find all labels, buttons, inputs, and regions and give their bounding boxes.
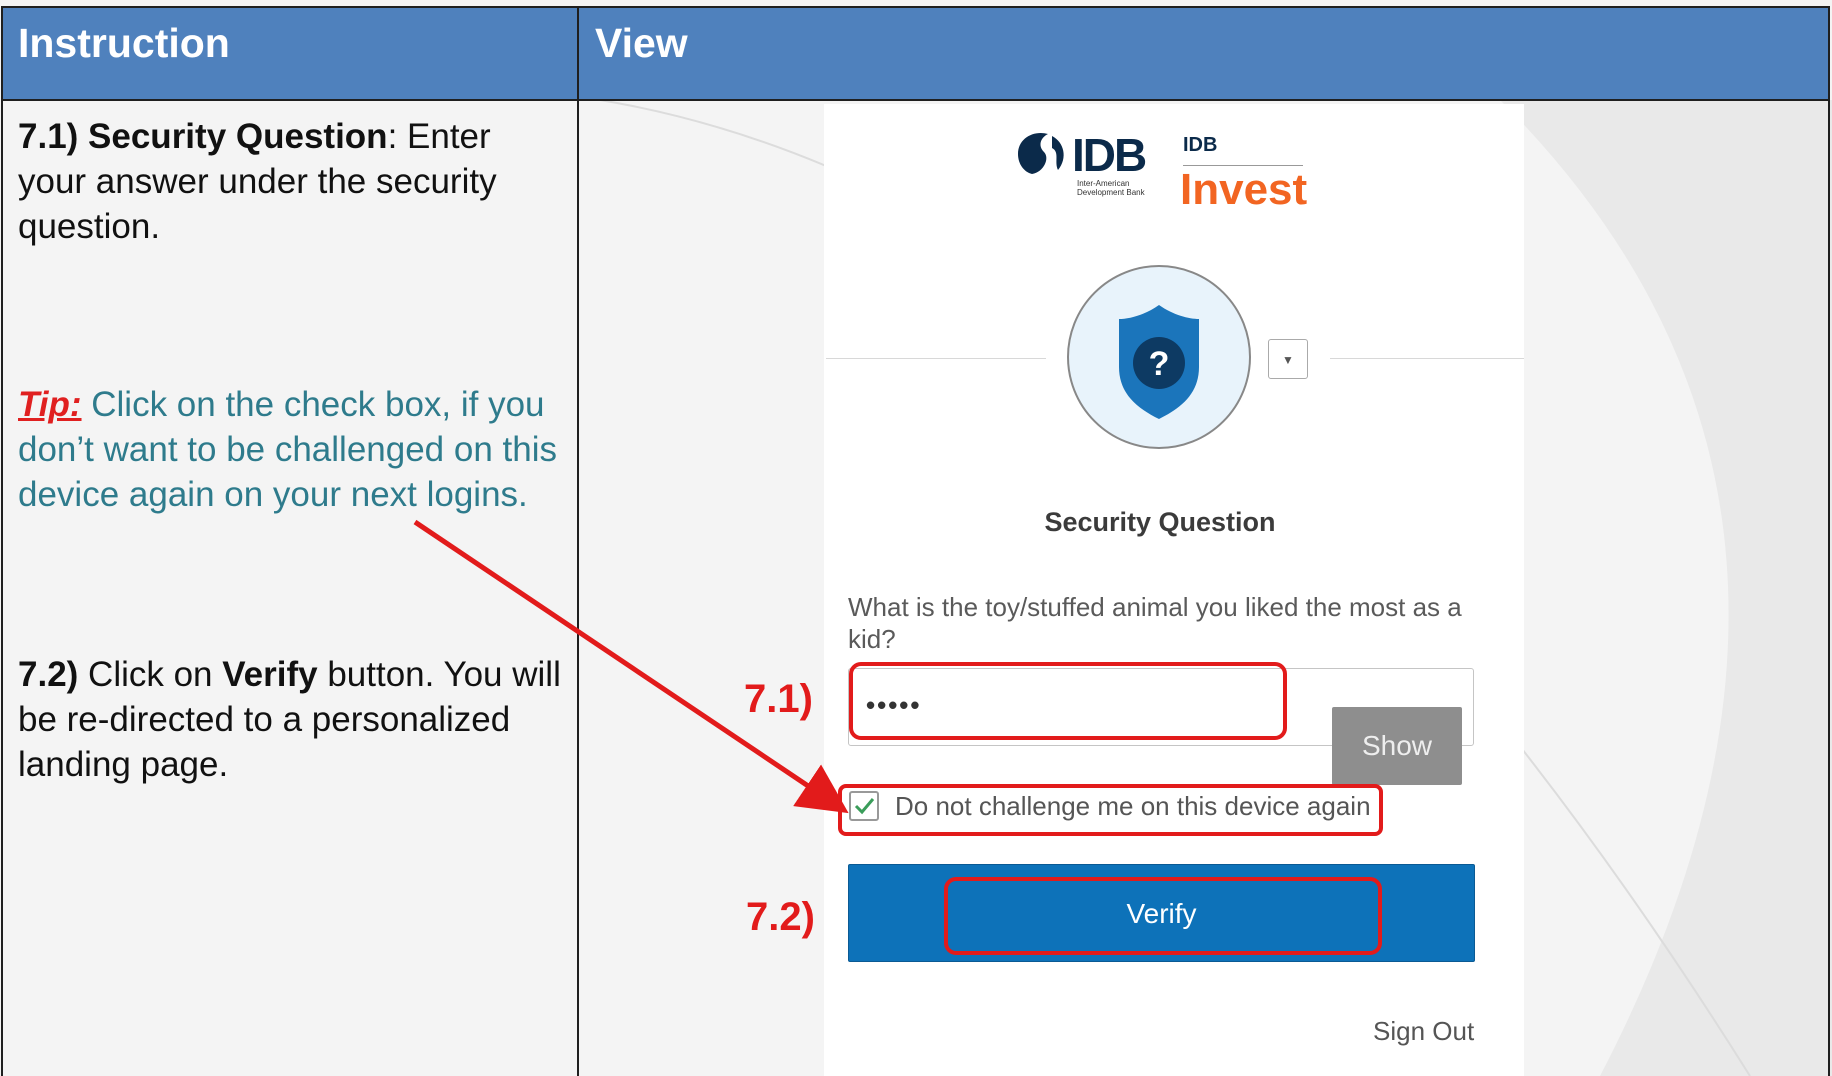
header-instruction: Instruction xyxy=(18,20,230,66)
header-view: View xyxy=(595,20,688,66)
step-7-2-label: 7.2) xyxy=(18,655,79,694)
show-answer-button[interactable]: Show xyxy=(1332,707,1462,785)
instruction-step-7-2: 7.2) Click on Verify button. You will be… xyxy=(18,652,568,787)
tip-text: Click on the check box, if you don’t wan… xyxy=(18,385,557,514)
step-7-1-label: 7.1) Security Question xyxy=(18,117,388,156)
instruction-tip: Tip: Click on the check box, if you don’… xyxy=(18,382,568,517)
tip-label: Tip: xyxy=(18,385,82,424)
factor-dropdown-button[interactable]: ▼ xyxy=(1268,339,1308,379)
security-question-text: What is the toy/stuffed animal you liked… xyxy=(848,592,1462,654)
svg-text:?: ? xyxy=(1149,345,1170,383)
step-label-7-1: 7.1) xyxy=(744,677,813,721)
instruction-step-7-1: 7.1) Security Question: Enter your answe… xyxy=(18,114,568,249)
callout-answer-field xyxy=(849,662,1287,740)
callout-checkbox xyxy=(838,784,1383,836)
factor-icon-circle: ? xyxy=(1067,265,1251,449)
step-label-7-2: 7.2) xyxy=(746,895,815,939)
sign-out-link[interactable]: Sign Out xyxy=(1373,1016,1474,1047)
security-question-title: Security Question xyxy=(1044,507,1276,537)
column-divider xyxy=(577,6,579,1076)
shield-question-icon: ? xyxy=(1119,305,1199,419)
divider-left xyxy=(826,358,1046,359)
callout-verify-button xyxy=(944,877,1382,955)
idb-invest-mark: IDB xyxy=(1183,134,1218,156)
step-7-2-bold: Verify xyxy=(222,655,318,694)
idb-logo-subtitle: Inter-American Development Bank xyxy=(1077,179,1145,197)
step-7-2-text-a: Click on xyxy=(78,655,223,694)
idb-logo-text: IDB xyxy=(1072,129,1147,181)
idb-invest-logo: Invest xyxy=(1180,165,1308,214)
idb-logo-icon xyxy=(1018,132,1064,174)
divider-right xyxy=(1330,358,1524,359)
